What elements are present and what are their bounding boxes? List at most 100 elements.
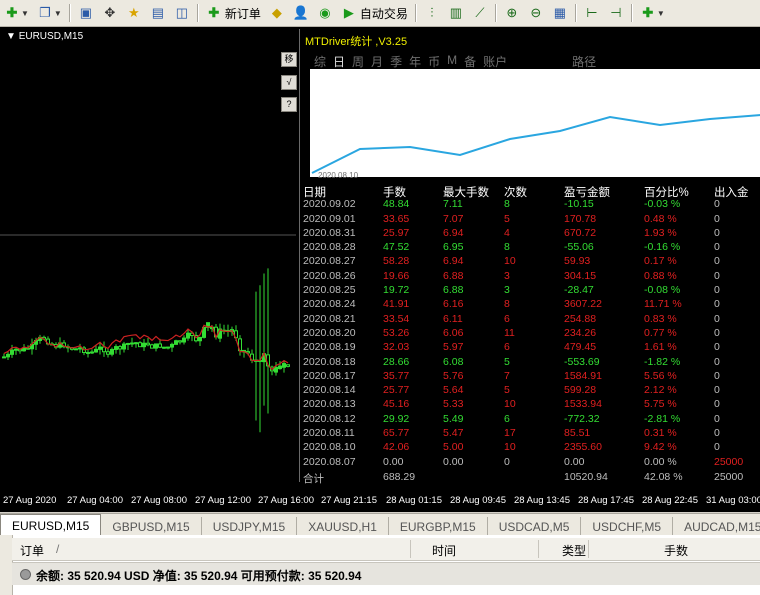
tab-quarter[interactable]: 季 [390,53,402,69]
time-tick: 27 Aug 2020 [3,495,57,506]
toolbar-divider [494,4,497,22]
candle-body [186,332,190,339]
stats-cell-count: 8 [504,198,510,211]
new-chart-button[interactable]: ✚ ▼ [1,3,32,23]
candle-body [282,363,286,368]
stats-cell-pct: -0.08 % [644,284,681,297]
tab-path[interactable]: 路径 [572,53,596,69]
symbol-tab[interactable]: EURGBP,M15 [389,517,488,536]
stats-cell-lots: 33.54 [383,312,410,325]
chart-shift-button[interactable]: ⊢ [581,3,603,23]
move-label: 移 [284,54,294,64]
symbol-tab[interactable]: GBPUSD,M15 [101,517,202,536]
candlestick-button[interactable]: ▥ [445,3,467,23]
signals-button[interactable]: ◉ [314,3,336,23]
auto-trading-button[interactable]: ▶ 自动交易 [338,3,411,23]
check-button[interactable]: √ [281,75,297,90]
stats-cell-io: 0 [714,226,720,239]
profiles-button[interactable]: ❐ ▼ [34,3,65,23]
tab-month[interactable]: 月 [371,53,383,69]
stats-cell-date: 2020.08.13 [303,398,356,411]
stats-cell-date: 2020.08.17 [303,369,356,382]
strategy-tester-button[interactable]: ◫ [171,3,193,23]
stats-panel: MTDriver统计 ,V3.25 综 日 周 月 季 年 币 M 备 账户 路… [299,29,760,485]
tab-week[interactable]: 周 [352,53,364,69]
zoom-in-button[interactable]: ⊕ [501,3,523,23]
stats-cell-max: 5.64 [443,384,464,397]
candle-body [274,366,278,373]
candle-body [122,343,126,350]
moving-average-line [3,324,289,371]
chevron-down-icon: ▼ [656,8,665,18]
line-chart-button[interactable]: ⟋ [469,3,491,23]
stats-cell-date: 2020.08.20 [303,326,356,339]
stats-cell-pct: 5.75 % [644,398,677,411]
new-order-button[interactable]: ✚ 新订单 [203,3,264,23]
total-label: 合计 [303,472,324,485]
stats-cell-pct: -0.16 % [644,241,681,254]
symbol-tab[interactable]: USDCHF,M5 [581,517,674,536]
stats-cell-max: 5.49 [443,412,464,425]
symbol-tab[interactable]: AUDCAD,M15 [673,517,760,536]
symbol-tab[interactable]: XAUUSD,H1 [297,517,389,536]
stats-cell-count: 5 [504,212,510,225]
stats-cell-max: 5.00 [443,441,464,454]
bar-chart-button[interactable]: ⫶ [421,3,443,23]
navigator-button[interactable]: ★ [123,3,145,23]
tab-year[interactable]: 年 [409,53,421,69]
stats-cell-count: 7 [504,369,510,382]
col-order[interactable]: 订单 [20,542,44,559]
tab-m[interactable]: M [447,53,457,69]
time-tick: 28 Aug 22:45 [642,495,698,506]
candle-body [158,343,162,348]
stats-cell-lots: 19.66 [383,269,410,282]
stats-cell-pct: 0.77 % [644,326,677,339]
tab-notes[interactable]: 备 [464,53,476,69]
col-type[interactable]: 类型 [562,542,586,559]
symbol-tab[interactable]: USDCAD,M5 [488,517,582,536]
symbol-tab[interactable]: EURUSD,M15 [0,514,102,536]
stats-cell-io: 25000 [714,455,744,468]
candle-body [166,346,170,349]
chevron-down-icon: ▼ [21,8,29,18]
candle-body [86,351,90,354]
tab-day[interactable]: 日 [333,53,345,69]
stats-cell-pct: -1.82 % [644,355,681,368]
meta-editor-button[interactable]: ◆ [266,3,288,23]
stats-cell-pl: -10.15 [564,198,594,211]
stats-cell-io: 0 [714,212,720,225]
terminal-button[interactable]: ▤ [147,3,169,23]
tile-windows-button[interactable]: ▦ [549,3,571,23]
balance-row[interactable]: 余额: 35 520.94 USD 净值: 35 520.94 可用预付款: 3… [12,562,760,585]
stats-cell-pl: 170.78 [564,212,597,225]
tab-account[interactable]: 账户 [483,53,507,69]
stats-cell-pct: 2.12 % [644,384,677,397]
stats-cell-pl: 1533.94 [564,398,602,411]
stats-cell-date: 2020.08.11 [303,427,355,440]
stats-cell-pct: 0.17 % [644,255,677,268]
stats-cell-lots: 28.66 [383,355,410,368]
community-button[interactable]: 👤 [290,3,312,23]
auto-scroll-button[interactable]: ⊣ [605,3,627,23]
market-watch-button[interactable]: ▣ [75,3,97,23]
price-chart[interactable]: ▼ EURUSD,M15 移 √ ? MTDriver统计 ,V3.25 综 日… [0,27,760,512]
indicators-button[interactable]: ✚ ▼ [637,3,668,23]
time-tick: 28 Aug 09:45 [450,495,506,506]
help-button[interactable]: ? [281,97,297,112]
zoom-out-button[interactable]: ⊖ [525,3,547,23]
candle-body [22,347,26,352]
zoom-out-icon: ⊖ [530,5,542,20]
stats-cell-max: 6.94 [443,255,464,268]
stats-cell-date: 2020.08.14 [303,384,356,397]
col-lots[interactable]: 手数 [664,542,688,559]
data-window-button[interactable]: ✥ [99,3,121,23]
stats-cell-pl: 0.00 [564,455,585,468]
col-time[interactable]: 时间 [432,542,456,559]
stats-cell-pl: 1584.91 [564,369,602,382]
stats-cell-pl: 59.93 [564,255,591,268]
tab-currency[interactable]: 币 [428,53,440,69]
candle-body [2,356,6,359]
move-button[interactable]: 移 [281,52,297,67]
tab-summary[interactable]: 综 [314,53,326,69]
symbol-tab[interactable]: USDJPY,M15 [202,517,298,536]
